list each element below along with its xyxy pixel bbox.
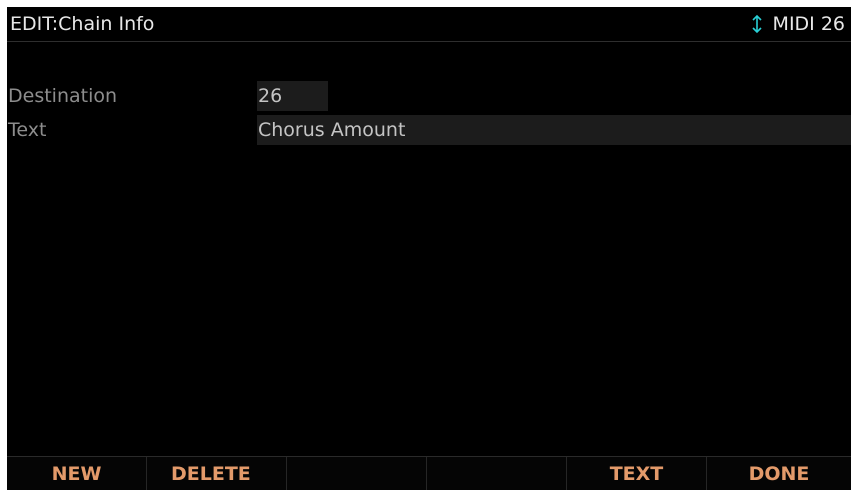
midi-channel-label: MIDI 26 — [772, 13, 845, 35]
up-down-arrow-icon — [751, 14, 762, 34]
display-screen: EDIT:Chain Info MIDI 26 Destination 26 T… — [7, 7, 851, 490]
midi-status: MIDI 26 — [751, 13, 845, 35]
destination-value[interactable]: 26 — [257, 81, 328, 111]
text-button[interactable]: TEXT — [567, 457, 707, 490]
softkey-blank-3[interactable] — [287, 457, 427, 490]
destination-row[interactable]: Destination 26 — [7, 81, 851, 111]
delete-button[interactable]: DELETE — [147, 457, 287, 490]
softkey-bar: NEW DELETE TEXT DONE — [7, 456, 851, 490]
text-value[interactable]: Chorus Amount — [257, 115, 851, 145]
page-title: EDIT:Chain Info — [10, 13, 155, 35]
softkey-blank-4[interactable] — [427, 457, 567, 490]
done-button[interactable]: DONE — [707, 457, 851, 490]
new-button[interactable]: NEW — [7, 457, 147, 490]
destination-label: Destination — [8, 85, 118, 107]
title-bar: EDIT:Chain Info MIDI 26 — [7, 7, 851, 42]
text-row[interactable]: Text Chorus Amount — [7, 115, 851, 145]
text-label: Text — [8, 119, 47, 141]
